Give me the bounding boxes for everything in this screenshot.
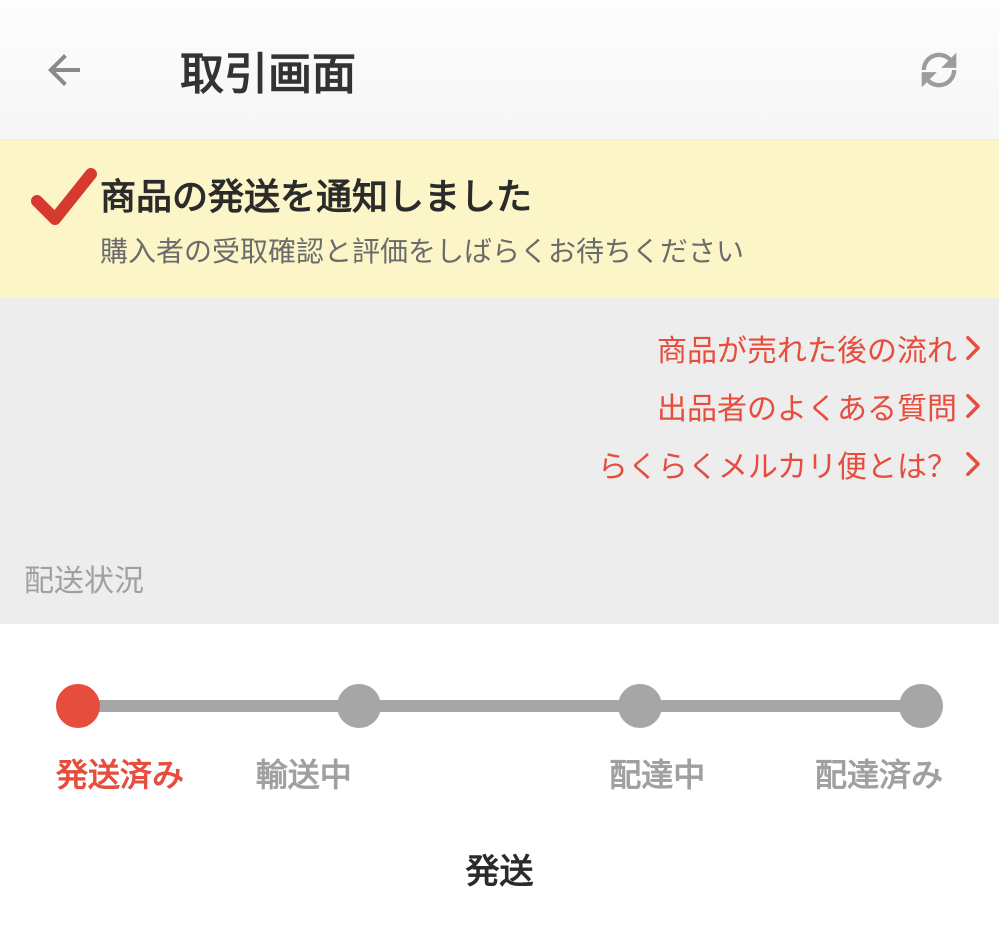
info-area: 商品が売れた後の流れ 出品者のよくある質問 らくらくメルカリ便とは？ 配送状況 bbox=[0, 298, 999, 624]
refresh-button[interactable] bbox=[909, 40, 969, 100]
shipping-section-title: 発送 bbox=[56, 844, 943, 893]
link-after-sale-flow[interactable]: 商品が売れた後の流れ bbox=[657, 326, 981, 370]
arrow-left-icon bbox=[40, 46, 88, 94]
section-label-shipping-status: 配送状況 bbox=[24, 556, 981, 600]
shipping-tracker: 発送済み 輸送中 配達中 配達済み 発送 bbox=[0, 624, 999, 933]
tracker-node-shipped bbox=[56, 684, 100, 728]
chevron-right-icon bbox=[965, 394, 981, 418]
notice-banner: 商品の発送を通知しました 購入者の受取確認と評価をしばらくお待ちください bbox=[0, 140, 999, 298]
tracker-label-delivered: 配達済み bbox=[815, 750, 943, 796]
tracker-node-in-transit bbox=[337, 684, 381, 728]
tracker-node-out-for-delivery bbox=[618, 684, 662, 728]
tracker-node-delivered bbox=[899, 684, 943, 728]
tracker-bar bbox=[56, 684, 943, 728]
tracker-label-in-transit: 輸送中 bbox=[146, 750, 461, 796]
link-label: 出品者のよくある質問 bbox=[657, 384, 957, 428]
link-label: 商品が売れた後の流れ bbox=[657, 326, 957, 370]
chevron-right-icon bbox=[965, 452, 981, 476]
link-label: らくらくメルカリ便とは？ bbox=[598, 442, 957, 486]
app-header: 取引画面 bbox=[0, 0, 999, 140]
back-button[interactable] bbox=[40, 40, 100, 100]
page-title: 取引画面 bbox=[180, 38, 356, 102]
help-link-list: 商品が売れた後の流れ 出品者のよくある質問 らくらくメルカリ便とは？ bbox=[24, 326, 981, 486]
tracker-labels: 発送済み 輸送中 配達中 配達済み bbox=[56, 750, 943, 796]
checkmark-icon bbox=[28, 162, 100, 234]
notice-subtitle: 購入者の受取確認と評価をしばらくお待ちください bbox=[100, 230, 969, 270]
tracker-label-out-for-delivery: 配達中 bbox=[500, 750, 815, 796]
link-seller-faq[interactable]: 出品者のよくある質問 bbox=[657, 384, 981, 428]
chevron-right-icon bbox=[965, 336, 981, 360]
link-rakuraku-mercari[interactable]: らくらくメルカリ便とは？ bbox=[598, 442, 981, 486]
tracker-nodes bbox=[56, 684, 943, 728]
notice-title: 商品の発送を通知しました bbox=[100, 168, 969, 220]
refresh-icon bbox=[913, 44, 965, 96]
